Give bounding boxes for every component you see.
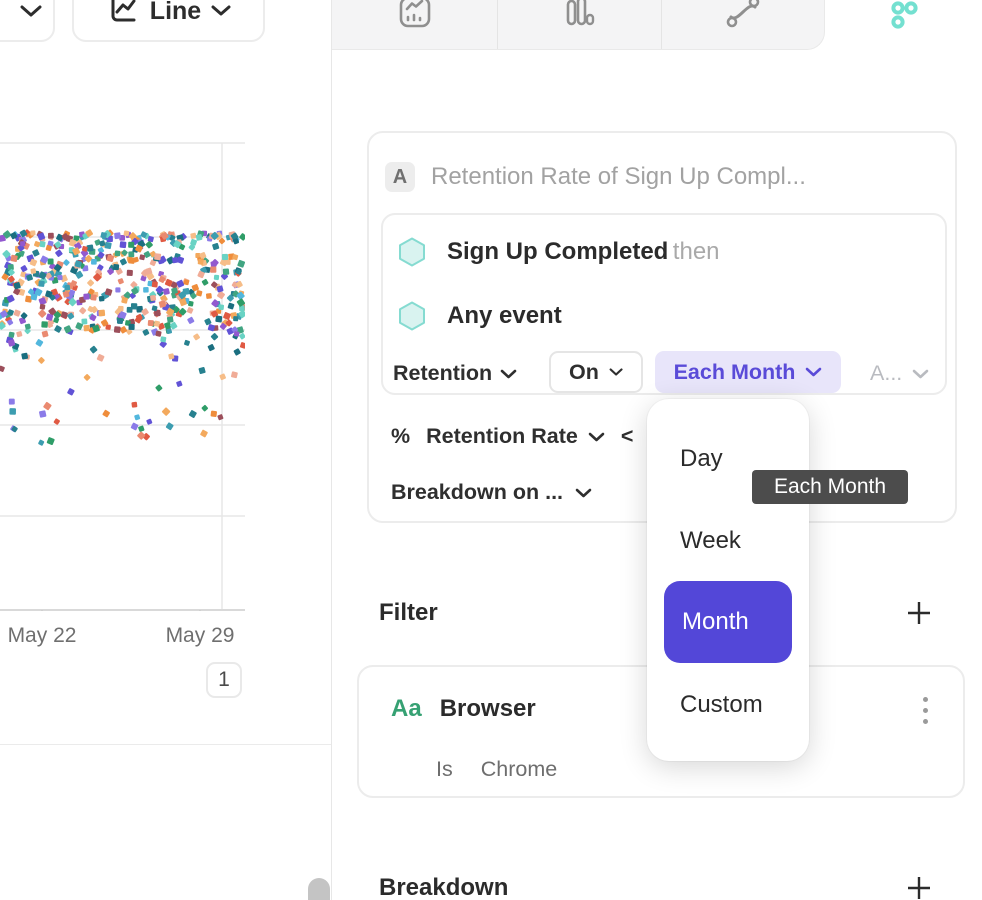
interval-menu-item-custom[interactable]: Custom bbox=[680, 691, 763, 719]
scatter-points bbox=[0, 229, 245, 446]
event1-name[interactable]: Sign Up Completed bbox=[447, 238, 668, 265]
filter-section-title: Filter bbox=[379, 599, 438, 627]
analytics-app: Line May 22 May 29 1 bbox=[0, 0, 982, 900]
chevron-down-icon bbox=[20, 5, 42, 18]
pagination-page-button[interactable]: 1 bbox=[206, 662, 242, 698]
chevron-down-icon bbox=[805, 367, 822, 377]
metric-dropdown[interactable]: Retention Rate bbox=[426, 424, 605, 449]
scrollbar-thumb[interactable] bbox=[308, 878, 330, 900]
chevron-down-icon bbox=[211, 5, 231, 17]
chevron-down-icon bbox=[500, 369, 517, 379]
bars-icon bbox=[562, 0, 596, 29]
tab-scatter-view-selected[interactable] bbox=[825, 0, 982, 50]
breakdown-on-label: Breakdown on ... bbox=[391, 480, 563, 505]
chart-type-label: Line bbox=[150, 0, 201, 26]
interval-dropdown[interactable]: Each Month bbox=[655, 351, 841, 393]
line-chart-icon bbox=[106, 0, 140, 28]
actual-dropdown[interactable]: A... bbox=[870, 361, 929, 386]
retention-scatter-chart bbox=[0, 140, 245, 611]
pane-border bbox=[331, 0, 332, 900]
metric-label: Retention Rate bbox=[426, 424, 578, 449]
x-tick-label: May 22 bbox=[8, 624, 77, 648]
interval-tooltip-label: Each Month bbox=[774, 475, 886, 499]
interval-label: Each Month bbox=[674, 360, 796, 385]
property-type-icon: Aa bbox=[391, 695, 422, 723]
actual-label: A... bbox=[870, 361, 902, 386]
metric-row: % Retention Rate < bbox=[391, 424, 633, 449]
chart-frame-icon bbox=[398, 0, 432, 29]
filter-property-name[interactable]: Browser bbox=[440, 695, 536, 723]
chevron-down-icon bbox=[575, 488, 592, 498]
tab-bars-view[interactable] bbox=[497, 0, 661, 50]
on-label: On bbox=[569, 360, 599, 385]
chevron-down-icon bbox=[609, 367, 623, 377]
x-tick-label: May 29 bbox=[166, 624, 235, 648]
retention-type-label: Retention bbox=[393, 361, 492, 386]
metric-prev-arrow[interactable]: < bbox=[621, 424, 634, 449]
plus-icon bbox=[905, 874, 933, 900]
events-card: Sign Up Completed then Any event Retenti… bbox=[381, 213, 947, 395]
breakdown-on-dropdown[interactable]: Breakdown on ... bbox=[391, 480, 592, 505]
add-breakdown-button[interactable] bbox=[903, 872, 935, 900]
page-number: 1 bbox=[218, 668, 230, 692]
event2-name[interactable]: Any event bbox=[447, 302, 562, 330]
event-hexagon-icon bbox=[397, 237, 427, 267]
interval-menu-item-week[interactable]: Week bbox=[680, 527, 741, 555]
event1-suffix: then bbox=[673, 238, 720, 265]
collapsed-dropdown-button[interactable] bbox=[0, 0, 55, 42]
tab-chart-view[interactable] bbox=[332, 0, 497, 50]
retention-type-dropdown[interactable]: Retention bbox=[393, 361, 517, 386]
percent-prefix: % bbox=[391, 424, 410, 449]
breakdown-section-title: Breakdown bbox=[379, 874, 508, 900]
plus-icon bbox=[905, 599, 933, 627]
interval-menu: Day Week Month Custom bbox=[647, 399, 809, 761]
chevron-down-icon bbox=[912, 369, 929, 379]
filter-operator[interactable]: Is bbox=[436, 757, 453, 782]
chart-type-button[interactable]: Line bbox=[72, 0, 265, 42]
event-hexagon-icon bbox=[397, 301, 427, 331]
interval-menu-item-month-label: Month bbox=[664, 608, 749, 636]
filter-kebab-menu[interactable] bbox=[919, 693, 932, 728]
query-title-input[interactable]: Retention Rate of Sign Up Compl... bbox=[431, 163, 806, 191]
add-filter-button[interactable] bbox=[903, 597, 935, 629]
interval-menu-item-day[interactable]: Day bbox=[680, 445, 723, 473]
scatter-dots-icon bbox=[887, 0, 921, 40]
on-dropdown[interactable]: On bbox=[549, 351, 643, 393]
interval-tooltip: Each Month bbox=[752, 470, 908, 504]
chevron-down-icon bbox=[588, 432, 605, 442]
interval-menu-item-month-selected[interactable]: Month bbox=[664, 581, 792, 663]
left-pane-divider bbox=[0, 744, 331, 745]
tab-flow-view[interactable] bbox=[661, 0, 825, 50]
filter-value[interactable]: Chrome bbox=[481, 757, 557, 782]
query-label-badge: A bbox=[385, 162, 415, 192]
flow-icon bbox=[726, 0, 760, 29]
